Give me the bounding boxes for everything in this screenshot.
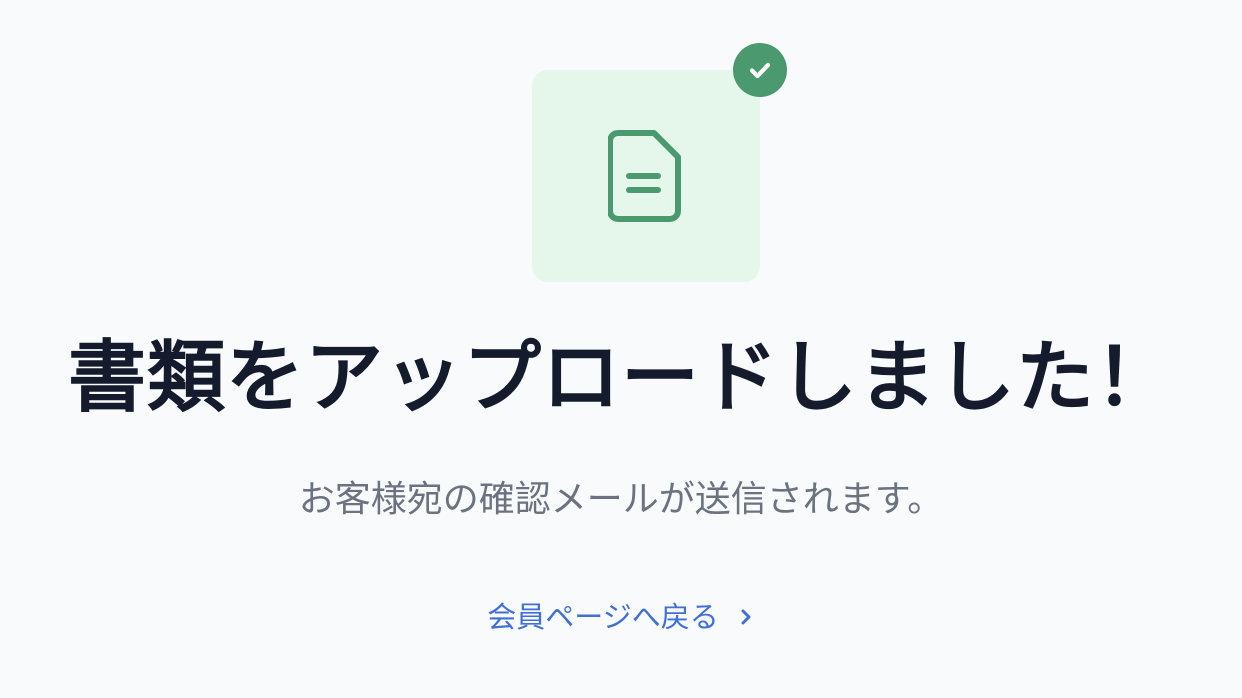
back-link-label: 会員ページへ戻る — [487, 600, 719, 634]
page-title: 書類をアップロードしました！ — [67, 333, 1174, 423]
document-icon — [608, 130, 681, 222]
confirmation-message: お客様宛の確認メールが送信されます。 — [298, 479, 944, 520]
document-tile — [532, 70, 760, 282]
check-icon — [749, 62, 771, 79]
chevron-right-icon — [737, 608, 755, 626]
success-check-badge — [733, 43, 787, 97]
upload-success-page: 書類をアップロードしました！ お客様宛の確認メールが送信されます。 会員ページへ… — [0, 0, 1242, 698]
back-to-member-page-link[interactable]: 会員ページへ戻る — [0, 596, 1242, 638]
